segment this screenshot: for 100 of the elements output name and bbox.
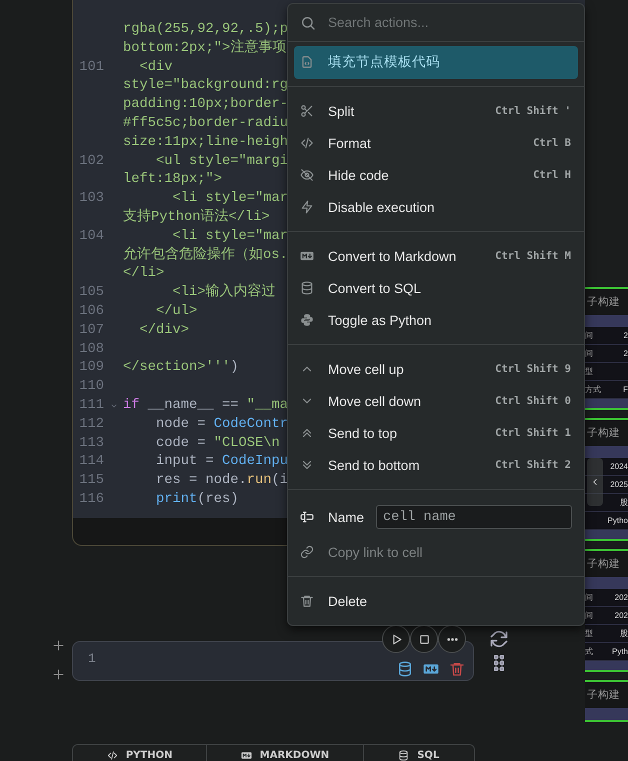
line-number: 104	[78, 228, 104, 246]
refresh-icon	[489, 629, 509, 649]
cell-type-tab[interactable]: PYTHON	[73, 745, 208, 761]
add-cell-button[interactable]	[52, 668, 65, 681]
field-label: 间	[585, 348, 593, 360]
keyboard-shortcut: Ctrl Shift M	[495, 250, 572, 262]
trash-icon	[449, 661, 465, 677]
add-cell-button[interactable]	[52, 639, 65, 652]
keyboard-shortcut: Ctrl Shift '	[495, 105, 572, 117]
sql-button[interactable]	[397, 661, 413, 677]
code-line: size:11px;line-heigh	[123, 134, 288, 152]
menu-item[interactable]: Convert to Markdown	[288, 240, 496, 272]
menu-item[interactable]: 填充节点模板代码	[294, 46, 578, 78]
plus-icon	[52, 668, 65, 681]
line-number: 105	[78, 284, 104, 302]
field-value: 2	[624, 348, 628, 360]
line-number: 106	[78, 302, 104, 321]
code-line: if __name__ == "__ma	[123, 396, 288, 415]
code-line: <li style="mar	[172, 228, 288, 246]
line-number: 109	[78, 359, 104, 378]
database-icon	[300, 281, 314, 295]
code-line: bottom:2px;">注意事项	[123, 40, 286, 58]
line-number: 115	[78, 472, 104, 490]
eye-off-icon	[300, 168, 314, 182]
code-line: padding:10px;border-	[123, 96, 288, 114]
field-label: Name	[328, 510, 362, 524]
card-band	[585, 315, 628, 327]
field-value: Pytho	[608, 515, 628, 527]
markdown-icon	[300, 249, 314, 263]
field-value: F	[623, 384, 628, 396]
scissors-icon	[300, 104, 314, 118]
menu-item[interactable]: Delete	[288, 585, 584, 617]
code-line: 允许包含危险操作（如os.	[123, 246, 288, 265]
code-line: </div>	[138, 322, 190, 340]
keyboard-shortcut: Ctrl Shift 0	[495, 395, 572, 407]
drag-handle[interactable]	[494, 655, 504, 671]
code-line: code = "CLOSE\n	[155, 434, 280, 453]
menu-item[interactable]: Move cell up	[288, 353, 496, 385]
search-icon	[300, 14, 316, 30]
menu-item[interactable]: Convert to SQL	[288, 272, 584, 304]
code-line: <li>输入内容过	[172, 284, 276, 302]
keyboard-shortcut: Ctrl B	[533, 137, 572, 149]
menu-item[interactable]: Send to bottom	[288, 449, 496, 481]
menu-item[interactable]: Toggle as Python	[288, 304, 584, 336]
code-icon	[300, 136, 314, 150]
plus-icon	[52, 639, 65, 652]
code-line: #ff5c5c;border-radiu	[123, 114, 288, 133]
line-number: 113	[78, 434, 104, 453]
field-label: 式	[585, 646, 593, 658]
card-band	[585, 446, 628, 458]
double-chevron-up-icon	[300, 426, 314, 440]
stop-icon	[418, 632, 430, 646]
menu-item[interactable]: Move cell down	[288, 385, 496, 417]
code-line: 支持Python语法</li>	[123, 208, 270, 227]
keyboard-shortcut: Ctrl Shift 1	[495, 427, 572, 439]
line-number: 102	[78, 152, 104, 171]
trash-icon	[300, 594, 314, 608]
code-line: </ul>	[155, 302, 198, 321]
link-icon	[300, 545, 314, 559]
line-number: 114	[78, 453, 104, 472]
field-label: 方式	[585, 384, 601, 396]
card-title: 子构建	[586, 426, 621, 441]
line-number: 103	[78, 190, 104, 208]
delete-button[interactable]	[449, 661, 465, 677]
menu-item[interactable]: Disable execution	[288, 191, 584, 223]
menu-item[interactable]: Hide code	[288, 159, 534, 191]
file-code-icon	[300, 55, 314, 69]
field-label: 型	[585, 366, 593, 378]
search-field[interactable]: Search actions...	[328, 15, 572, 30]
lightning-icon	[300, 200, 314, 214]
menu-item[interactable]: Send to top	[288, 417, 496, 449]
card-band	[585, 577, 628, 589]
code-icon	[106, 750, 118, 761]
field-value: 2024	[610, 461, 628, 473]
code-line: res = node.run(i	[155, 472, 288, 490]
card-band	[585, 399, 628, 408]
card-band	[585, 661, 628, 670]
refresh-button[interactable]	[489, 629, 509, 649]
keyboard-shortcut: Ctrl Shift 9	[495, 363, 572, 375]
line-number: 101	[78, 58, 104, 77]
code-line: <li style="mar	[172, 190, 288, 208]
menu-item[interactable]: Split	[288, 95, 496, 127]
card-title: 子构建	[586, 557, 621, 572]
card-band	[585, 708, 628, 720]
field-label: 间	[585, 330, 593, 342]
field-label: 间	[585, 592, 593, 604]
drag-dots-icon	[494, 655, 504, 671]
code-line: style="background:rg	[123, 77, 288, 96]
field-label: 间	[585, 610, 593, 622]
line-number: 108	[78, 340, 104, 359]
code-line: rgba(255,92,92,.5);p	[123, 21, 288, 39]
menu-item[interactable]: Format	[288, 127, 534, 159]
card-band	[585, 530, 628, 539]
name-field[interactable]: cell name	[376, 505, 572, 529]
field-label: 型	[585, 628, 593, 640]
line-number: 111	[78, 396, 104, 415]
line-number: 1	[88, 651, 96, 666]
code-line: <div	[138, 58, 173, 77]
code-cell[interactable]: 1	[72, 641, 474, 681]
field-value: 2	[624, 330, 628, 342]
